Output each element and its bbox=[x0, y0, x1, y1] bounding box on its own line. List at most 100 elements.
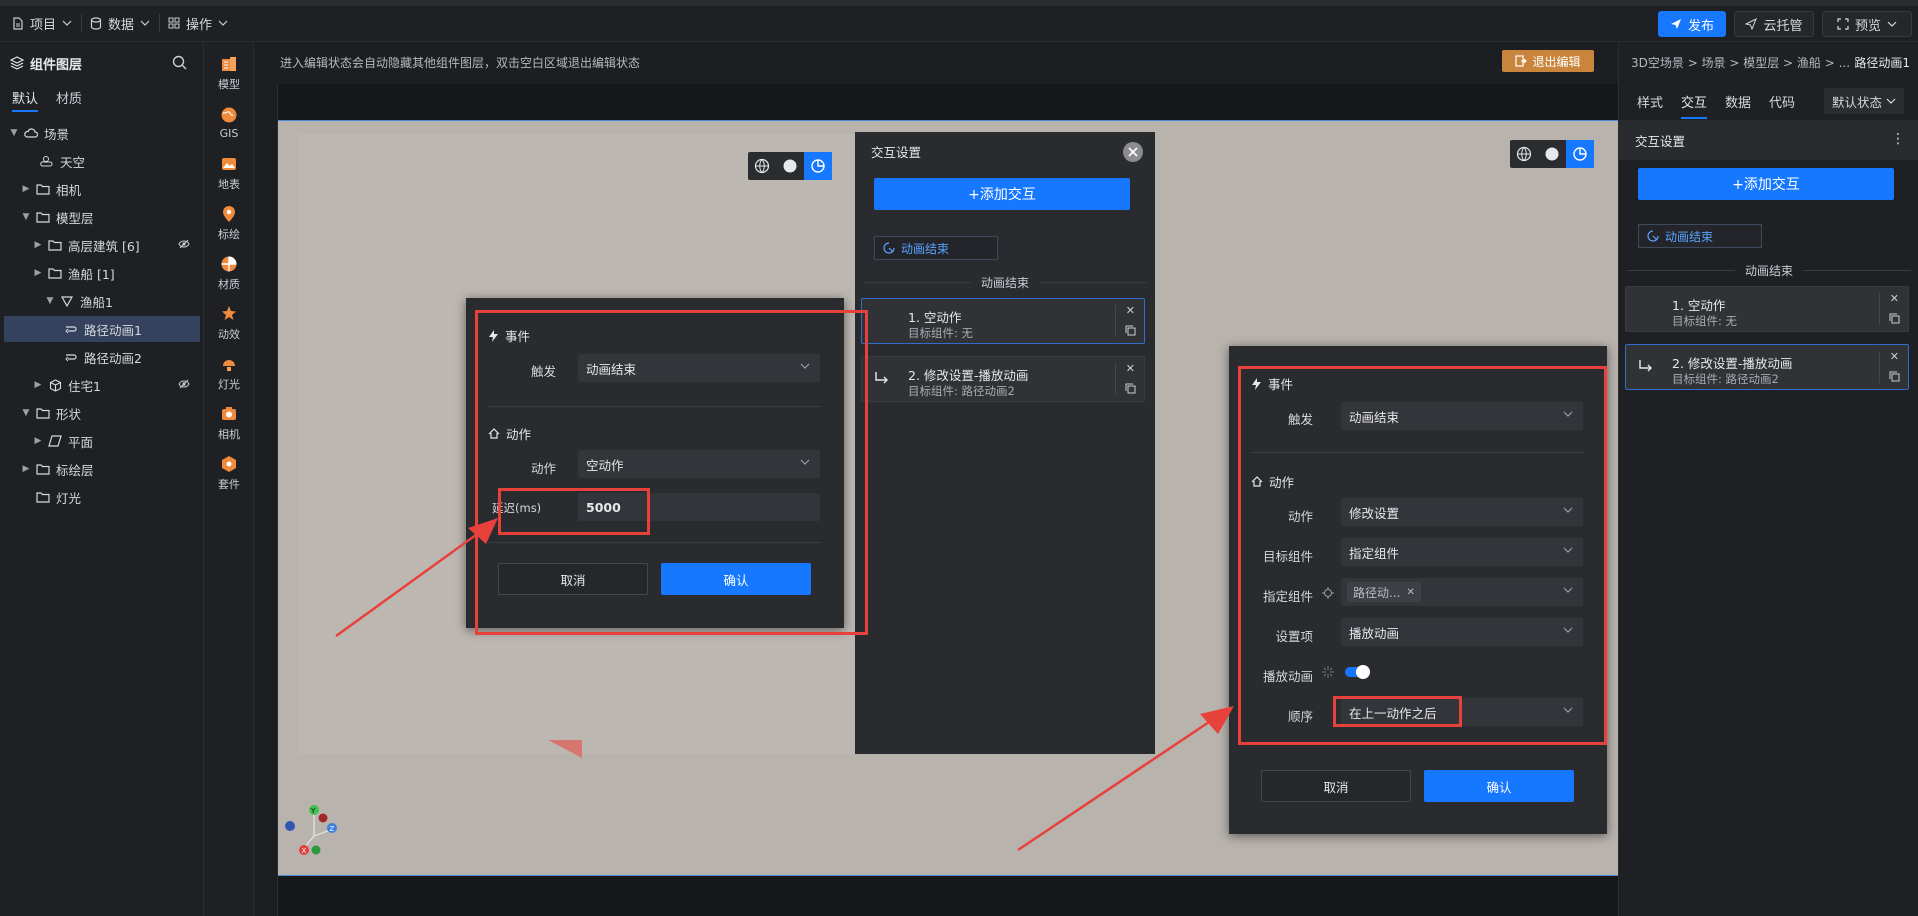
action-subtitle: 目标组件: 路径动画2 bbox=[1672, 372, 1779, 386]
action-card-1[interactable]: 1. 空动作 目标组件: 无 ✕ bbox=[1625, 286, 1909, 332]
confirm-button[interactable]: 确认 bbox=[1424, 770, 1574, 802]
action-title: 1. 空动作 bbox=[908, 310, 962, 325]
tool-effects[interactable]: 动效 bbox=[204, 298, 254, 348]
tab-material[interactable]: 材质 bbox=[56, 88, 82, 112]
tool-plot[interactable]: 标绘 bbox=[204, 198, 254, 248]
tool-gis[interactable]: GIS bbox=[204, 98, 254, 148]
cloud-host-button[interactable]: 云托管 bbox=[1734, 11, 1814, 37]
trigger-chip-label: 动画结束 bbox=[1665, 229, 1714, 244]
close-button[interactable] bbox=[1123, 142, 1143, 162]
exit-edit-label: 退出编辑 bbox=[1532, 54, 1581, 69]
highlight-box-left bbox=[475, 310, 868, 635]
caret-right-icon[interactable]: ▶ bbox=[20, 464, 32, 474]
rotate-view-button[interactable] bbox=[804, 152, 832, 180]
breadcrumb[interactable]: 3D空场景 > 场景 > 模型层 > 渔船 > ... bbox=[1631, 54, 1850, 71]
tab-interaction[interactable]: 交互 bbox=[1681, 92, 1708, 119]
group-divider: 动画结束 bbox=[863, 274, 1148, 291]
triangle-icon bbox=[59, 293, 75, 309]
tool-kit[interactable]: 套件 bbox=[204, 448, 254, 498]
tree-item-fishing-boat-1[interactable]: ▼ 渔船1 bbox=[4, 288, 200, 314]
tree-item-camera[interactable]: ▶ 相机 bbox=[4, 176, 200, 202]
menu-operate[interactable]: 操作 bbox=[168, 12, 228, 34]
globe-view-button[interactable] bbox=[1510, 140, 1538, 168]
exit-edit-button[interactable]: 退出编辑 bbox=[1502, 50, 1594, 72]
tab-code[interactable]: 代码 bbox=[1769, 92, 1795, 119]
top-bar: 项目 数据 操作 发布 云托管 预览 bbox=[0, 0, 1918, 42]
tree-item-residence-1[interactable]: ▶ 住宅1 bbox=[4, 372, 200, 398]
trigger-chip[interactable]: 动画结束 bbox=[874, 236, 998, 260]
close-icon[interactable]: ✕ bbox=[1126, 362, 1135, 375]
globe-icon bbox=[754, 158, 770, 174]
view-toolbar-inner bbox=[748, 152, 832, 180]
globe-icon bbox=[1516, 146, 1532, 162]
caret-down-icon[interactable]: ▼ bbox=[20, 408, 32, 418]
tool-light[interactable]: 灯光 bbox=[204, 348, 254, 398]
caret-right-icon[interactable]: ▶ bbox=[32, 436, 44, 446]
exit-icon bbox=[1515, 55, 1528, 67]
action-card-2[interactable]: 2. 修改设置-播放动画 目标组件: 路径动画2 ✕ bbox=[1625, 344, 1909, 390]
close-icon[interactable]: ✕ bbox=[1890, 292, 1899, 305]
menu-project[interactable]: 项目 bbox=[12, 12, 83, 34]
tree-item-plane[interactable]: ▶ 平面 bbox=[4, 428, 200, 454]
copy-icon[interactable] bbox=[1125, 383, 1136, 394]
cancel-button[interactable]: 取消 bbox=[1261, 770, 1411, 802]
folder-icon bbox=[35, 209, 51, 225]
menu-data[interactable]: 数据 bbox=[90, 12, 161, 34]
state-select[interactable]: 默认状态 bbox=[1824, 88, 1904, 114]
tree-item-tall-buildings[interactable]: ▶ 高层建筑 [6] bbox=[4, 232, 200, 258]
publish-label: 发布 bbox=[1687, 18, 1714, 34]
caret-right-icon[interactable]: ▶ bbox=[32, 380, 44, 390]
caret-down-icon[interactable]: ▼ bbox=[20, 212, 32, 222]
action-card-1[interactable]: 1. 空动作 目标组件: 无 ✕ bbox=[861, 298, 1145, 344]
tree-item-path-animation-1[interactable]: 路径动画1 bbox=[4, 316, 200, 342]
copy-icon[interactable] bbox=[1889, 371, 1900, 382]
action-card-2[interactable]: 2. 修改设置-播放动画 目标组件: 路径动画2 ✕ bbox=[861, 356, 1145, 402]
eye-off-icon[interactable] bbox=[178, 379, 190, 389]
tree-label: 高层建筑 [6] bbox=[68, 238, 140, 254]
tree-item-path-animation-2[interactable]: 路径动画2 bbox=[4, 344, 200, 370]
tool-terrain[interactable]: 地表 bbox=[204, 148, 254, 198]
tree-item-fishing-boat[interactable]: ▶ 渔船 [1] bbox=[4, 260, 200, 286]
action-title: 2. 修改设置-播放动画 bbox=[1672, 356, 1793, 371]
caret-down-icon[interactable]: ▼ bbox=[44, 296, 56, 306]
publish-button[interactable]: 发布 bbox=[1658, 11, 1726, 37]
more-icon[interactable]: ⋮ bbox=[1891, 131, 1905, 147]
caret-down-icon[interactable]: ▼ bbox=[8, 128, 20, 138]
menu-project-label: 项目 bbox=[30, 17, 57, 33]
tool-material[interactable]: 材质 bbox=[204, 248, 254, 298]
tree-item-shapes[interactable]: ▼ 形状 bbox=[4, 400, 200, 426]
tree-item-lights[interactable]: 灯光 bbox=[4, 484, 200, 510]
caret-right-icon[interactable]: ▶ bbox=[32, 240, 44, 250]
tree-item-model-layer[interactable]: ▼ 模型层 bbox=[4, 204, 200, 230]
copy-icon[interactable] bbox=[1125, 325, 1136, 336]
tab-default[interactable]: 默认 bbox=[12, 88, 39, 112]
caret-right-icon[interactable]: ▶ bbox=[20, 184, 32, 194]
tree-item-sky[interactable]: 天空 bbox=[4, 148, 200, 174]
tool-model[interactable]: 模型 bbox=[204, 48, 254, 98]
eye-off-icon[interactable] bbox=[178, 239, 190, 249]
tree-item-plot-layer[interactable]: ▶ 标绘层 bbox=[4, 456, 200, 482]
file-icon bbox=[13, 16, 23, 30]
add-interaction-button[interactable]: +添加交互 bbox=[1638, 168, 1894, 200]
sphere-view-button[interactable] bbox=[1538, 140, 1566, 168]
tree-item-scene[interactable]: ▼ 场景 bbox=[4, 120, 200, 146]
copy-icon[interactable] bbox=[1889, 313, 1900, 324]
close-icon[interactable]: ✕ bbox=[1126, 304, 1135, 317]
sphere-view-button[interactable] bbox=[776, 152, 804, 180]
rotate-icon bbox=[811, 159, 825, 173]
preview-label: 预览 bbox=[1854, 18, 1881, 34]
tool-camera[interactable]: 相机 bbox=[204, 398, 254, 448]
tab-data[interactable]: 数据 bbox=[1725, 92, 1751, 119]
tab-style[interactable]: 样式 bbox=[1637, 92, 1663, 119]
trigger-chip[interactable]: 动画结束 bbox=[1638, 224, 1762, 248]
preview-button[interactable]: 预览 bbox=[1822, 11, 1912, 37]
search-icon[interactable] bbox=[172, 55, 187, 70]
globe-view-button[interactable] bbox=[748, 152, 776, 180]
add-interaction-button[interactable]: +添加交互 bbox=[874, 178, 1130, 210]
caret-right-icon[interactable]: ▶ bbox=[32, 268, 44, 278]
menu-operate-label: 操作 bbox=[186, 17, 213, 33]
axis-gizmo[interactable]: Y Z X bbox=[284, 800, 344, 860]
rotate-view-button[interactable] bbox=[1566, 140, 1594, 168]
close-icon[interactable]: ✕ bbox=[1890, 350, 1899, 363]
tool-label: 地表 bbox=[218, 177, 240, 191]
